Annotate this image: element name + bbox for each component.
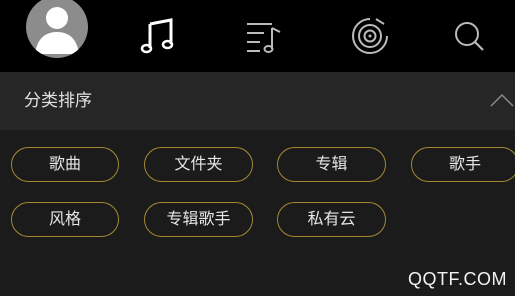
vinyl-disc-icon[interactable]: [350, 16, 390, 56]
category-chip-album-artist[interactable]: 专辑歌手: [144, 202, 253, 237]
watermark: QQTF.COM: [408, 269, 507, 289]
avatar[interactable]: [26, 0, 88, 58]
category-sort-header: 分类排序: [0, 72, 515, 130]
category-chip-private-cloud[interactable]: 私有云: [277, 202, 386, 237]
search-icon[interactable]: [450, 16, 490, 56]
playlist-icon[interactable]: [244, 16, 284, 56]
panel-title: 分类排序: [24, 91, 92, 111]
category-chip-genre[interactable]: 风格: [11, 202, 119, 237]
chevron-up-icon[interactable]: [490, 92, 514, 108]
category-chip-folder[interactable]: 文件夹: [144, 147, 253, 182]
user-avatar-icon: [35, 7, 79, 54]
category-chip-artist[interactable]: 歌手: [411, 147, 515, 182]
category-chip-album[interactable]: 专辑: [277, 147, 386, 182]
category-chip-songs[interactable]: 歌曲: [11, 147, 119, 182]
music-note-icon[interactable]: [138, 16, 178, 56]
top-navigation-bar: [0, 0, 515, 72]
